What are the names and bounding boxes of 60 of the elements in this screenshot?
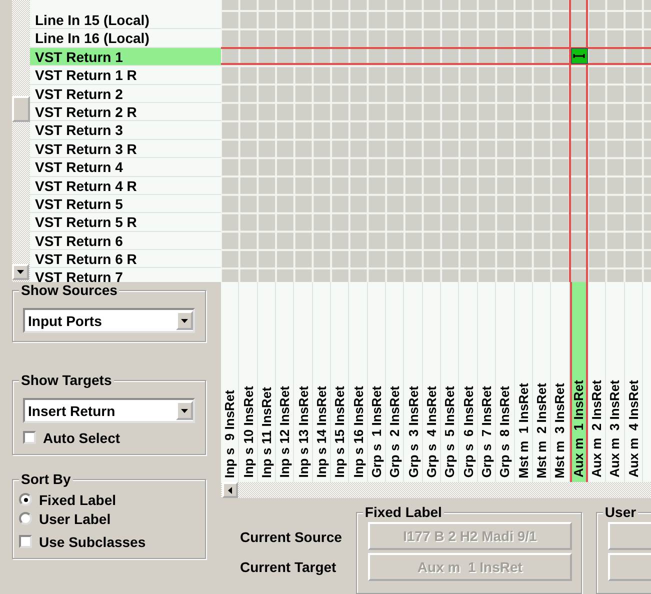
source-row[interactable]: Line In 15 (Local)	[30, 11, 221, 30]
target-column-header[interactable]: Mst m 2 InsRet	[532, 282, 552, 482]
group-title: User	[602, 504, 638, 520]
source-row[interactable]: VST Return 3 R	[30, 140, 221, 158]
target-column-header[interactable]: Grp s 2 InsRet	[386, 282, 404, 482]
group-title: Sort By	[19, 471, 73, 487]
scroll-left-button[interactable]	[222, 482, 238, 498]
source-row[interactable]: VST Return 5 R	[30, 213, 221, 232]
current-source-label: Current Source	[240, 529, 342, 547]
target-column-header[interactable]: Inp s 11 InsRet	[258, 282, 276, 482]
source-row[interactable]: VST Return 4 R	[30, 176, 221, 195]
caret-icon	[17, 270, 24, 274]
current-target-label: Current Target	[240, 559, 338, 577]
source-row[interactable]: VST Return 6 R	[30, 250, 221, 268]
caret-icon	[228, 486, 232, 494]
dropdown-icon	[181, 318, 188, 322]
target-column-header[interactable]: Grp s 7 InsRet	[478, 282, 496, 482]
group-title: Show Targets	[19, 372, 114, 388]
vertical-scrollbar[interactable]	[12, 0, 30, 282]
source-row[interactable]: VST Return 3	[30, 121, 221, 140]
double-arrow-icon	[573, 52, 586, 59]
dropdown-icon	[181, 408, 188, 412]
radio-button[interactable]	[19, 512, 32, 525]
sort-radio[interactable]: User Label	[19, 510, 195, 527]
target-column-header[interactable]: Aux m 4 InsRet	[624, 282, 643, 482]
sort-radio[interactable]: Fixed Label	[19, 491, 195, 508]
targets-dropdown[interactable]: Insert Return	[23, 398, 195, 423]
target-column-header[interactable]: Mst m 1 InsRet	[514, 282, 533, 482]
target-column-header[interactable]: Grp s 8 InsRet	[496, 282, 514, 482]
target-column-header[interactable]: Inp s 10 InsRet	[239, 282, 258, 482]
target-column-header[interactable]: Inp s 16 InsRet	[349, 282, 368, 482]
source-row[interactable]: VST Return 2 R	[30, 102, 221, 122]
source-row[interactable]: VST Return 5	[30, 194, 221, 214]
target-column-header[interactable]: Inp s 12 InsRet	[276, 282, 294, 482]
auto-select-checkbox[interactable]: Auto Select	[23, 429, 195, 446]
scroll-thumb[interactable]	[12, 96, 30, 122]
target-column-header[interactable]: Inp s 14 InsRet	[312, 282, 332, 482]
target-column-header[interactable]: Grp s 3 InsRet	[404, 282, 423, 482]
sources-dropdown[interactable]: Input Ports	[23, 308, 195, 333]
target-column-header[interactable]: Grp s 5 InsRet	[441, 282, 460, 482]
target-column-header[interactable]: Grp s 1 InsRet	[368, 282, 386, 482]
radio-button[interactable]	[19, 493, 32, 506]
target-column-header[interactable]: Grp s 4 InsRet	[422, 282, 442, 482]
source-row[interactable]: VST Return 6	[30, 232, 221, 250]
use-subclasses-checkbox[interactable]: Use Subclasses	[19, 533, 195, 550]
scroll-down-button[interactable]	[12, 264, 29, 280]
source-row[interactable]: VST Return 4	[30, 158, 221, 177]
target-column-header[interactable]: Inp s 13 InsRet	[294, 282, 313, 482]
horizontal-scrollbar[interactable]	[221, 482, 651, 498]
target-column-header[interactable]: Inp s 15 InsRet	[331, 282, 350, 482]
target-column-header[interactable]: Aux m 3 InsRet	[606, 282, 625, 482]
source-row[interactable]: VST Return 1 R	[30, 66, 221, 85]
group-title: Show Sources	[19, 282, 120, 298]
target-column-header[interactable]: Aux m 1 InsRet	[570, 282, 588, 482]
target-column-header[interactable]: Grp s 6 InsRet	[459, 282, 478, 482]
source-row[interactable]: VST Return 1	[30, 48, 221, 66]
group-title: Fixed Label	[362, 504, 444, 520]
target-column-header[interactable]: Aux m 2 InsRet	[588, 282, 606, 482]
target-column-header[interactable]: Inp s 9 InsRet	[221, 282, 240, 482]
source-row[interactable]: VST Return 2	[30, 84, 221, 103]
